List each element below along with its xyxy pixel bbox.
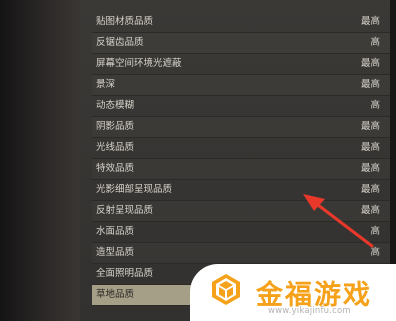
watermark-url: www.yikajinfu.com bbox=[268, 306, 351, 316]
cube-icon bbox=[212, 274, 240, 305]
watermark-logo: 金福游戏 www.yikajinfu.com bbox=[190, 264, 396, 321]
